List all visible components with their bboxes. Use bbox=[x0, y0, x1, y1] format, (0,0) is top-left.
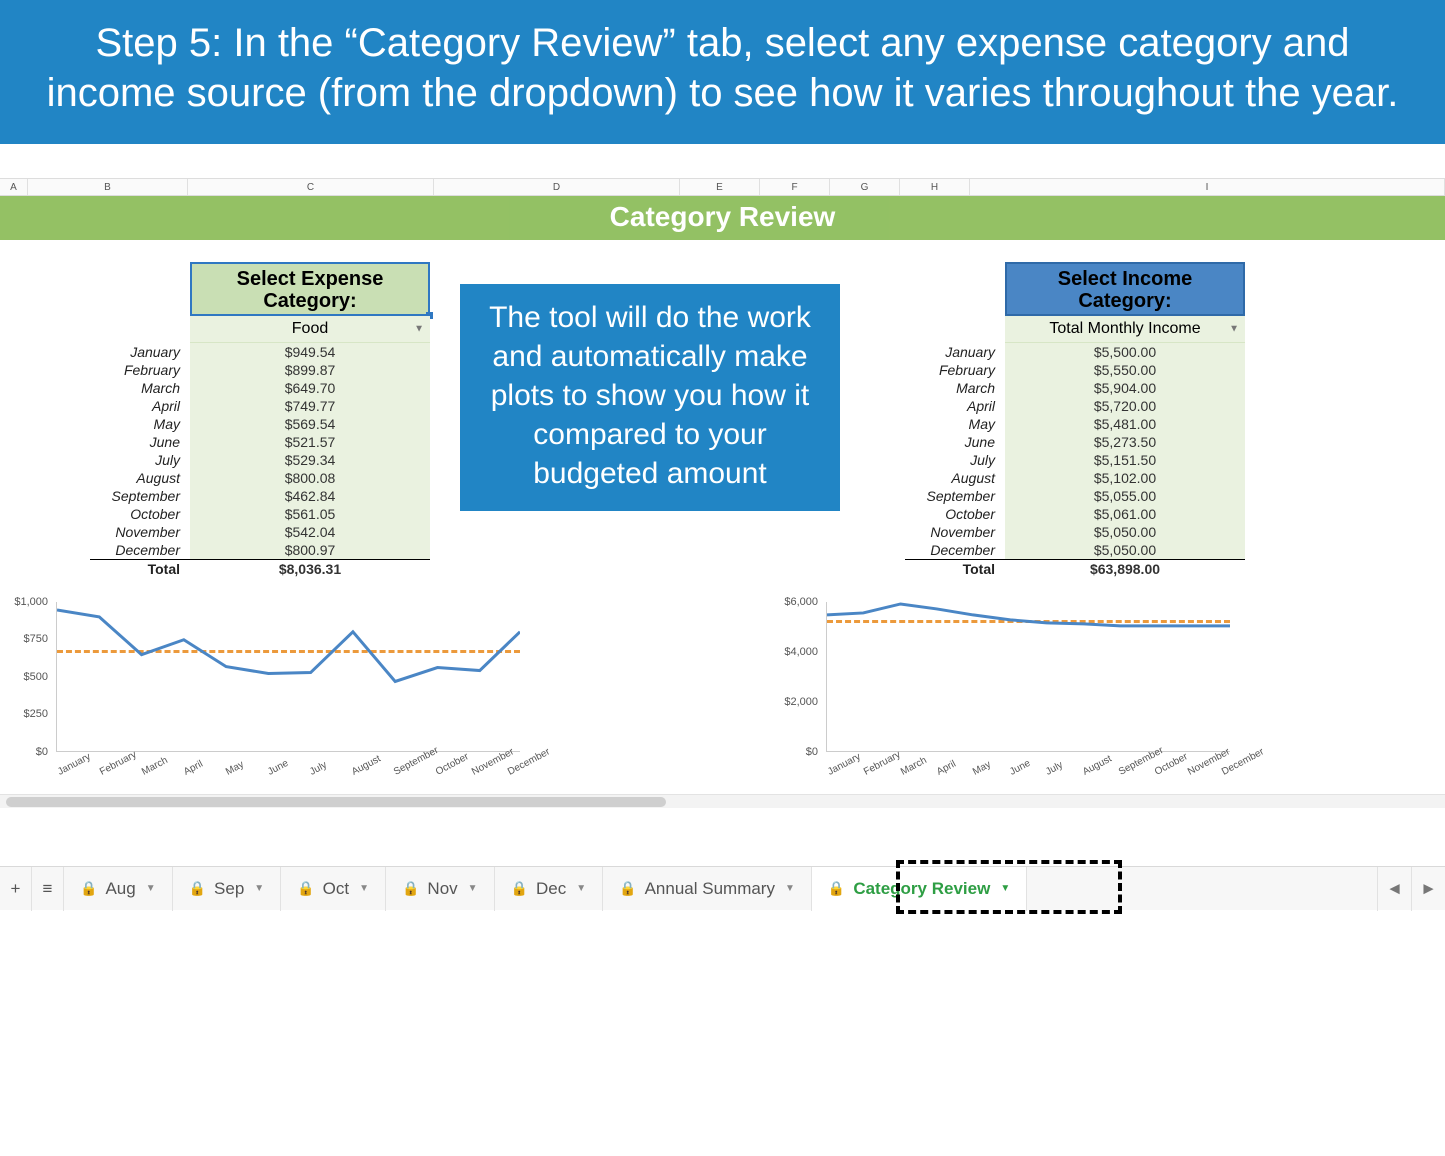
chevron-down-icon: ▼ bbox=[1000, 883, 1010, 894]
expense-chart-xaxis: January February March April May June Ju… bbox=[56, 754, 520, 790]
expense-chart-plot bbox=[56, 602, 520, 752]
table-row: October$5,061.00 bbox=[905, 505, 1245, 523]
chevron-down-icon: ▼ bbox=[359, 883, 369, 894]
sheet-tabbar: + ≡ 🔒Aug▼ 🔒Sep▼ 🔒Oct▼ 🔒Nov▼ 🔒Dec▼ 🔒Annua… bbox=[0, 866, 1445, 910]
table-row: January$949.54 bbox=[90, 343, 430, 361]
col-E[interactable]: E bbox=[680, 179, 760, 195]
expense-header-label: Select Expense Category: bbox=[237, 268, 384, 312]
expense-category-dropdown[interactable]: Food ▼ bbox=[190, 316, 430, 343]
table-row: May$569.54 bbox=[90, 415, 430, 433]
expense-panel: Select Expense Category: Food ▼ January$… bbox=[90, 262, 430, 578]
expense-table: January$949.54 February$899.87 March$649… bbox=[90, 343, 430, 578]
expense-header: Select Expense Category: bbox=[190, 262, 430, 316]
expense-total-row: Total$8,036.31 bbox=[90, 560, 430, 579]
lock-icon: 🔒 bbox=[80, 880, 97, 897]
chevron-down-icon: ▼ bbox=[576, 883, 586, 894]
table-row: March$5,904.00 bbox=[905, 379, 1245, 397]
income-chart-xaxis: January February March April May June Ju… bbox=[826, 754, 1230, 790]
col-H[interactable]: H bbox=[900, 179, 970, 195]
instruction-banner: Step 5: In the “Category Review” tab, se… bbox=[0, 0, 1445, 144]
table-row: January$5,500.00 bbox=[905, 343, 1245, 361]
table-row: September$5,055.00 bbox=[905, 487, 1245, 505]
add-sheet-button[interactable]: + bbox=[0, 867, 32, 911]
scrollbar-thumb[interactable] bbox=[6, 797, 666, 807]
table-row: March$649.70 bbox=[90, 379, 430, 397]
callout-box: The tool will do the work and automatica… bbox=[460, 284, 840, 511]
chevron-down-icon: ▼ bbox=[254, 883, 264, 894]
lock-icon: 🔒 bbox=[402, 880, 419, 897]
table-row: July$529.34 bbox=[90, 451, 430, 469]
income-total-row: Total$63,898.00 bbox=[905, 560, 1245, 579]
lock-icon: 🔒 bbox=[828, 880, 845, 897]
income-header: Select Income Category: bbox=[1005, 262, 1245, 316]
chevron-down-icon: ▼ bbox=[468, 883, 478, 894]
tab-category-review[interactable]: 🔒Category Review▼ bbox=[812, 867, 1027, 911]
expense-line bbox=[57, 602, 520, 751]
col-I[interactable]: I bbox=[970, 179, 1445, 195]
all-sheets-button[interactable]: ≡ bbox=[32, 867, 64, 911]
lock-icon: 🔒 bbox=[511, 880, 528, 897]
tab-nav-arrows: ◄ ► bbox=[1377, 867, 1445, 911]
table-row: December$800.97 bbox=[90, 541, 430, 560]
expense-chart[interactable]: $1,000 $750 $500 $250 $0 January Februar… bbox=[0, 602, 520, 792]
table-row: February$899.87 bbox=[90, 361, 430, 379]
income-header-label: Select Income Category: bbox=[1058, 268, 1193, 312]
col-C[interactable]: C bbox=[188, 179, 434, 195]
lock-icon: 🔒 bbox=[297, 880, 314, 897]
expense-selected: Food bbox=[292, 320, 328, 337]
tab-dec[interactable]: 🔒Dec▼ bbox=[495, 867, 604, 911]
sheet-area: Select Expense Category: Food ▼ January$… bbox=[0, 240, 1445, 866]
col-B[interactable]: B bbox=[28, 179, 188, 195]
income-category-dropdown[interactable]: Total Monthly Income ▼ bbox=[1005, 316, 1245, 343]
income-chart-yaxis: $6,000 $4,000 $2,000 $0 bbox=[770, 602, 822, 752]
tabbar-wrap: + ≡ 🔒Aug▼ 🔒Sep▼ 🔒Oct▼ 🔒Nov▼ 🔒Dec▼ 🔒Annua… bbox=[0, 866, 1445, 910]
lock-icon: 🔒 bbox=[189, 880, 206, 897]
col-G[interactable]: G bbox=[830, 179, 900, 195]
income-panel: Select Income Category: Total Monthly In… bbox=[905, 262, 1245, 578]
col-F[interactable]: F bbox=[760, 179, 830, 195]
tab-sep[interactable]: 🔒Sep▼ bbox=[173, 867, 282, 911]
horizontal-scrollbar[interactable] bbox=[0, 794, 1445, 808]
expense-chart-yaxis: $1,000 $750 $500 $250 $0 bbox=[0, 602, 52, 752]
table-row: April$749.77 bbox=[90, 397, 430, 415]
table-row: November$542.04 bbox=[90, 523, 430, 541]
table-row: February$5,550.00 bbox=[905, 361, 1245, 379]
table-row: August$5,102.00 bbox=[905, 469, 1245, 487]
table-row: May$5,481.00 bbox=[905, 415, 1245, 433]
tab-annual-summary[interactable]: 🔒Annual Summary▼ bbox=[603, 867, 812, 911]
spacer bbox=[0, 144, 1445, 178]
tab-scroll-right[interactable]: ► bbox=[1411, 867, 1445, 911]
income-chart[interactable]: $6,000 $4,000 $2,000 $0 January February… bbox=[770, 602, 1230, 792]
tab-scroll-left[interactable]: ◄ bbox=[1377, 867, 1411, 911]
tab-nov[interactable]: 🔒Nov▼ bbox=[386, 867, 495, 911]
income-line bbox=[827, 602, 1230, 751]
chevron-down-icon: ▼ bbox=[146, 883, 156, 894]
table-row: December$5,050.00 bbox=[905, 541, 1245, 560]
income-chart-plot bbox=[826, 602, 1230, 752]
chevron-down-icon: ▼ bbox=[785, 883, 795, 894]
table-row: November$5,050.00 bbox=[905, 523, 1245, 541]
lock-icon: 🔒 bbox=[619, 880, 636, 897]
column-headers: A B C D E F G H I bbox=[0, 178, 1445, 196]
chevron-down-icon: ▼ bbox=[1229, 324, 1239, 335]
col-A[interactable]: A bbox=[0, 179, 28, 195]
table-row: July$5,151.50 bbox=[905, 451, 1245, 469]
sheet-title-banner: Category Review bbox=[0, 196, 1445, 240]
table-row: June$521.57 bbox=[90, 433, 430, 451]
table-row: April$5,720.00 bbox=[905, 397, 1245, 415]
income-table: January$5,500.00 February$5,550.00 March… bbox=[905, 343, 1245, 578]
tab-oct[interactable]: 🔒Oct▼ bbox=[281, 867, 386, 911]
table-row: August$800.08 bbox=[90, 469, 430, 487]
income-selected: Total Monthly Income bbox=[1049, 320, 1200, 337]
col-D[interactable]: D bbox=[434, 179, 680, 195]
tab-aug[interactable]: 🔒Aug▼ bbox=[64, 867, 173, 911]
chevron-down-icon: ▼ bbox=[414, 324, 424, 335]
table-row: October$561.05 bbox=[90, 505, 430, 523]
table-row: September$462.84 bbox=[90, 487, 430, 505]
table-row: June$5,273.50 bbox=[905, 433, 1245, 451]
